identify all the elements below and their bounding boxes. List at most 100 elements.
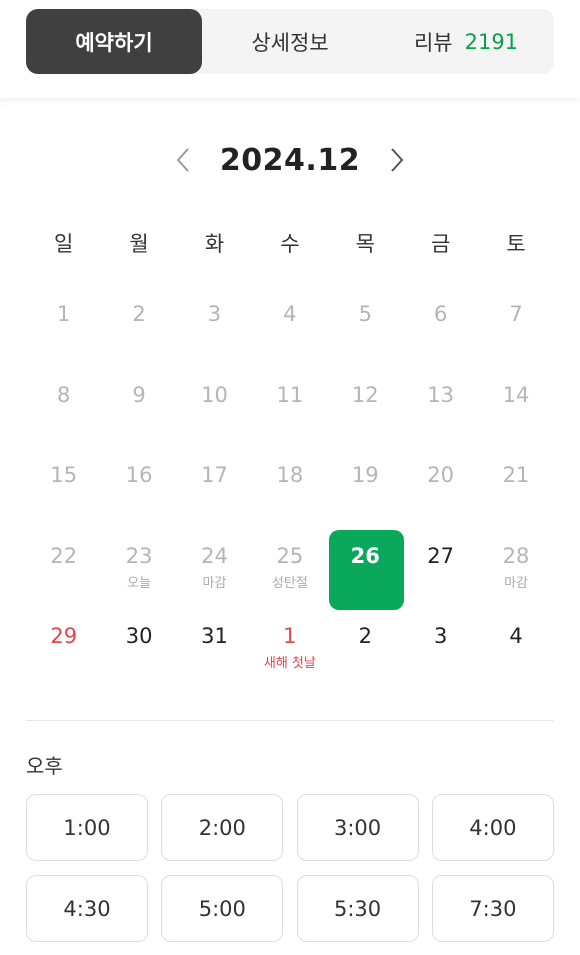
day-number: 12 bbox=[351, 382, 379, 407]
calendar-week-row: 8 9 10 11 12 13 14 bbox=[26, 365, 554, 446]
time-slot-button[interactable]: 5:00 bbox=[161, 875, 284, 942]
day-note: 새해 첫날 bbox=[263, 656, 316, 671]
calendar-day[interactable]: 3 bbox=[403, 606, 478, 687]
calendar-day: 18 bbox=[252, 445, 327, 526]
tab-bar: 예약하기 상세정보 리뷰 2191 bbox=[0, 0, 580, 98]
calendar-grid: 1 2 3 4 5 6 7 8 9 10 11 12 13 14 15 16 17 18 19 20 21 22 23 오늘 2… bbox=[26, 284, 554, 687]
calendar-day: 4 bbox=[252, 284, 327, 365]
tab-details-label: 상세정보 bbox=[251, 30, 329, 55]
day-number: 30 bbox=[125, 624, 153, 648]
time-slot-button[interactable]: 7:30 bbox=[431, 875, 554, 942]
calendar-day[interactable]: 2 bbox=[328, 606, 403, 687]
next-month-button[interactable] bbox=[384, 145, 410, 175]
calendar-day: 9 bbox=[101, 365, 176, 446]
prev-month-button[interactable] bbox=[170, 145, 196, 175]
day-number: 14 bbox=[502, 382, 530, 407]
day-note: 마감 bbox=[202, 575, 227, 591]
weekday-tue: 화 bbox=[204, 232, 225, 256]
calendar-day: 2 bbox=[101, 284, 176, 365]
weekday-fri: 금 bbox=[430, 232, 451, 256]
calendar-day: 17 bbox=[177, 445, 252, 526]
day-number: 3 bbox=[433, 624, 448, 648]
calendar-day-selected[interactable]: 26 bbox=[328, 526, 404, 610]
day-number: 26 bbox=[350, 543, 380, 568]
day-number: 10 bbox=[201, 382, 228, 407]
day-number: 15 bbox=[50, 463, 78, 487]
weekday-mon: 월 bbox=[129, 232, 149, 256]
time-slot-button[interactable]: 1:00 bbox=[26, 794, 148, 861]
time-slot-label: 4:30 bbox=[63, 896, 111, 921]
day-number: 29 bbox=[50, 624, 78, 648]
time-slot-label: 1:00 bbox=[63, 815, 111, 840]
tab-reservation[interactable]: 예약하기 bbox=[26, 9, 202, 74]
calendar-week-row: 29 30 31 1 새해 첫날 2 3 4 bbox=[26, 606, 554, 687]
day-number: 21 bbox=[502, 463, 530, 487]
time-slot-grid: 1:00 2:00 3:00 4:00 4:30 5:00 5:30 7:30 bbox=[26, 794, 554, 942]
day-number: 16 bbox=[125, 463, 153, 487]
calendar-day[interactable]: 4 bbox=[478, 606, 553, 687]
time-slot-label: 5:00 bbox=[198, 896, 246, 921]
day-number: 19 bbox=[351, 463, 379, 487]
calendar-day: 28 마감 bbox=[478, 526, 553, 607]
time-slot-button[interactable]: 3:00 bbox=[296, 794, 419, 861]
day-number: 1 bbox=[283, 624, 297, 648]
time-slot-label: 5:30 bbox=[334, 896, 382, 921]
day-number: 1 bbox=[57, 302, 71, 326]
calendar-day: 14 bbox=[478, 365, 553, 446]
time-slot-label: 3:00 bbox=[334, 815, 382, 840]
calendar-day: 1 bbox=[26, 284, 101, 365]
day-note: 성탄절 bbox=[271, 575, 308, 591]
day-number: 31 bbox=[201, 624, 228, 648]
calendar-day: 16 bbox=[101, 445, 176, 526]
calendar-day[interactable]: 29 bbox=[26, 606, 101, 687]
tab-details[interactable]: 상세정보 bbox=[202, 9, 378, 74]
day-number: 13 bbox=[427, 382, 455, 407]
day-number: 22 bbox=[50, 543, 78, 568]
review-count: 2191 bbox=[464, 29, 519, 54]
day-note: 마감 bbox=[504, 575, 528, 591]
day-number: 4 bbox=[283, 302, 297, 326]
time-slot-button[interactable]: 4:00 bbox=[431, 794, 554, 861]
calendar-day: 13 bbox=[403, 365, 478, 446]
calendar-day: 25 성탄절 bbox=[252, 526, 327, 607]
calendar-day: 15 bbox=[26, 445, 101, 526]
time-slot-button[interactable]: 5:30 bbox=[296, 875, 419, 942]
calendar-week-row: 1 2 3 4 5 6 7 bbox=[26, 284, 554, 365]
tab-reservation-label: 예약하기 bbox=[75, 30, 153, 55]
day-number: 25 bbox=[276, 543, 304, 568]
chevron-left-icon bbox=[176, 148, 189, 172]
day-number: 20 bbox=[427, 463, 455, 487]
tab-group: 예약하기 상세정보 리뷰 2191 bbox=[26, 9, 554, 74]
tab-reviews[interactable]: 리뷰 2191 bbox=[378, 9, 554, 74]
calendar-day[interactable]: 1 새해 첫날 bbox=[252, 606, 327, 687]
day-number: 2 bbox=[132, 302, 146, 326]
calendar-week-row: 22 23 오늘 24 마감 25 성탄절 26 27 28 마감 bbox=[26, 526, 554, 610]
day-number: 17 bbox=[201, 463, 228, 487]
time-slot-button[interactable]: 2:00 bbox=[161, 794, 284, 861]
calendar-day[interactable]: 30 bbox=[101, 606, 176, 687]
day-number: 4 bbox=[509, 624, 523, 648]
calendar-day[interactable]: 31 bbox=[177, 606, 252, 687]
calendar-day: 12 bbox=[328, 365, 403, 446]
day-number: 2 bbox=[358, 624, 372, 648]
calendar-day: 3 bbox=[177, 284, 252, 365]
calendar-day: 21 bbox=[478, 445, 553, 526]
day-number: 5 bbox=[358, 302, 372, 326]
calendar-day: 22 bbox=[26, 526, 101, 607]
calendar-day: 5 bbox=[328, 284, 403, 365]
calendar-day: 11 bbox=[252, 365, 327, 446]
month-title: 2024.12 bbox=[219, 142, 361, 178]
weekday-sun: 일 bbox=[54, 232, 74, 256]
day-number: 28 bbox=[502, 543, 530, 568]
tab-reviews-label: 리뷰 bbox=[413, 30, 453, 55]
day-number: 3 bbox=[207, 302, 222, 326]
calendar-day: 10 bbox=[177, 365, 252, 446]
time-slot-label: 2:00 bbox=[198, 815, 246, 840]
time-slot-button[interactable]: 4:30 bbox=[26, 875, 148, 942]
month-header: 2024.12 bbox=[0, 138, 580, 182]
day-number: 7 bbox=[509, 302, 523, 326]
calendar-day: 23 오늘 bbox=[101, 526, 176, 607]
day-number: 8 bbox=[57, 382, 71, 407]
day-number: 27 bbox=[427, 543, 455, 568]
calendar-day[interactable]: 27 bbox=[403, 526, 478, 607]
